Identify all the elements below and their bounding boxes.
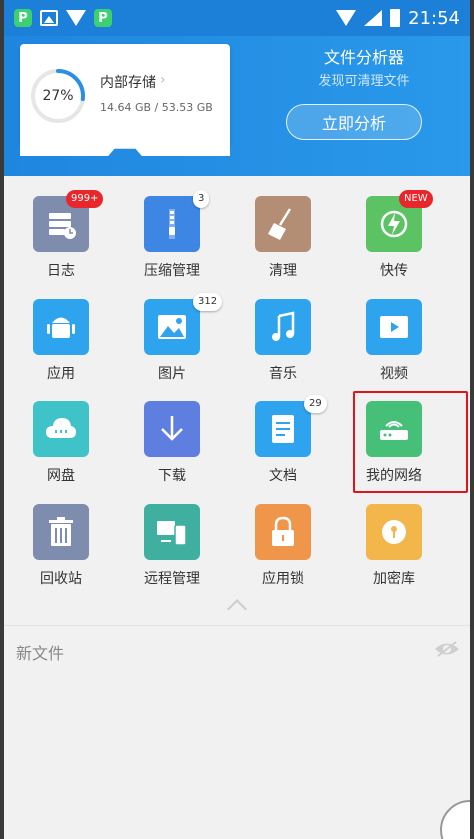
tile-badge: 999+ [66,190,104,208]
app-notification-icon: P [14,9,32,27]
cloud-icon [33,401,89,457]
chevron-right-icon: › [160,72,166,88]
music-icon [255,299,311,355]
tile-label: 清理 [269,263,297,279]
zip-icon [144,196,200,252]
storage-size: 14.64 GB / 53.53 GB [100,101,213,114]
tile-label: 下载 [158,468,186,484]
divider [4,625,470,626]
lock-icon [255,504,311,560]
broom-icon [255,196,311,252]
tile-badge: 29 [304,395,327,413]
tile-share[interactable]: NEW 快传 [339,190,449,282]
tile-broom[interactable]: 清理 [228,190,338,282]
remote-icon [144,504,200,560]
highlight-box [353,391,468,493]
tile-label: 日志 [47,263,75,279]
analyzer-subtitle: 发现可清理文件 [318,74,410,89]
analyzer-title: 文件分析器 [323,48,404,67]
trash-icon [33,504,89,560]
storage-title: 内部存储 [100,75,156,91]
image-icon [144,299,200,355]
tile-zip[interactable]: 3 压缩管理 [117,190,227,282]
tile-trash[interactable]: 回收站 [6,498,116,590]
android-icon [33,299,89,355]
storage-percent: 27% [42,88,74,104]
phone-screen: P P 21:54 27% 内部存储 › 14.64 GB / 53.53 GB… [4,0,470,839]
image-notification-icon [40,10,58,26]
safe-icon [366,504,422,560]
hide-eye-icon[interactable] [434,640,460,658]
download-icon [144,401,200,457]
tile-label: 远程管理 [144,571,200,587]
tile-badge: 3 [193,190,210,208]
status-bar: P P 21:54 [4,0,470,36]
tile-cloud[interactable]: 网盘 [6,395,116,487]
wifi-signal-icon [336,10,357,26]
tile-download[interactable]: 下载 [117,395,227,487]
tile-log[interactable]: 999+ 日志 [6,190,116,282]
tile-label: 回收站 [40,571,82,587]
document-icon [255,401,311,457]
tile-image[interactable]: 312 图片 [117,293,227,385]
new-files-label: 新文件 [16,644,65,663]
analyze-now-button[interactable]: 立即分析 [286,104,422,140]
battery-icon [390,9,401,27]
app-notification-icon-2: P [94,9,112,27]
tile-android[interactable]: 应用 [6,293,116,385]
tile-label: 快传 [380,263,408,279]
tile-safe[interactable]: 加密库 [339,498,449,590]
tile-label: 网盘 [47,468,75,484]
header-banner: 27% 内部存储 › 14.64 GB / 53.53 GB 文件分析器 发现可… [4,36,470,176]
floating-action-button[interactable] [440,800,470,839]
tile-lock[interactable]: 应用锁 [228,498,338,590]
tile-label: 图片 [158,366,186,382]
tile-badge: NEW [399,190,433,208]
tile-label: 应用锁 [262,571,304,587]
tile-remote[interactable]: 远程管理 [117,498,227,590]
tile-music[interactable]: 音乐 [228,293,338,385]
tile-label: 应用 [47,366,75,382]
tile-document[interactable]: 29 文档 [228,395,338,487]
collapse-up-icon[interactable] [227,599,247,619]
clock: 21:54 [408,7,460,29]
tile-label: 文档 [269,468,297,484]
tile-label: 加密库 [373,571,415,587]
video-icon [366,299,422,355]
cell-signal-icon [364,10,383,26]
tile-video[interactable]: 视频 [339,293,449,385]
tile-label: 视频 [380,366,408,382]
wifi-notification-icon [66,10,86,26]
internal-storage-card[interactable]: 27% 内部存储 › 14.64 GB / 53.53 GB [20,44,230,144]
tile-label: 压缩管理 [144,263,200,279]
tile-label: 音乐 [269,366,297,382]
tile-badge: 312 [193,293,223,311]
